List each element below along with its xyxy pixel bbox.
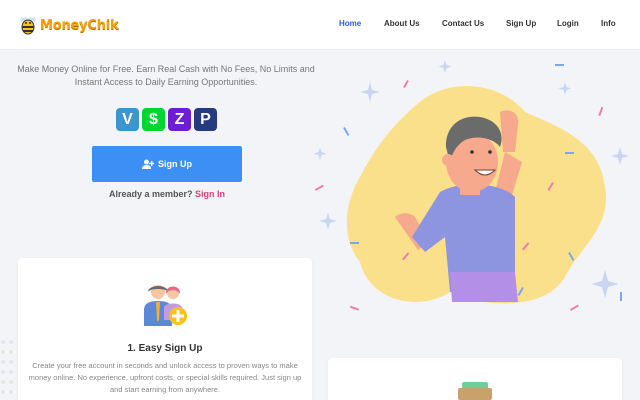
payment-methods: V $ Z P: [116, 108, 217, 131]
hero-tagline: Make Money Online for Free. Earn Real Ca…: [17, 64, 315, 87]
nav-contact-us[interactable]: Contact Us: [442, 19, 484, 28]
sparkle-icon: [558, 82, 572, 95]
member-text: Already a member?: [108, 189, 193, 199]
sparkle-icon: [313, 147, 327, 160]
nav-info[interactable]: Info: [601, 19, 616, 28]
nav-login[interactable]: Login: [557, 19, 579, 28]
confetti: [349, 305, 360, 311]
confetti: [350, 242, 359, 244]
member-prompt: Already a member? Sign In: [92, 189, 242, 199]
sparkle-icon: [438, 60, 452, 73]
signup-button-label: Sign Up: [158, 159, 192, 169]
nav-home[interactable]: Home: [339, 19, 361, 28]
money-icon: [458, 382, 492, 400]
hero-illustration: [313, 60, 629, 311]
brand-name: MoneyChik: [40, 17, 119, 33]
confetti: [620, 292, 622, 301]
paypal-icon: P: [194, 108, 217, 131]
confetti: [598, 106, 604, 117]
signin-link[interactable]: Sign In: [195, 189, 225, 199]
venmo-icon: V: [116, 108, 139, 131]
sparkle-icon: [611, 147, 629, 165]
add-user-icon: [142, 159, 154, 169]
nav-about-us[interactable]: About Us: [384, 19, 420, 28]
bee-mascot-icon: [20, 17, 36, 35]
confetti: [315, 184, 324, 191]
dot-pattern: [1, 340, 13, 394]
sparkle-icon: [360, 82, 380, 102]
confetti: [565, 152, 574, 154]
feature-title: 1. Easy Sign Up: [127, 343, 203, 354]
feature-description: Create your free account in seconds and …: [28, 361, 302, 394]
users-add-icon: [144, 285, 187, 326]
sparkle-icon: [319, 212, 337, 230]
confetti: [343, 127, 350, 136]
brand-logo[interactable]: MoneyChik: [18, 12, 119, 38]
confetti: [403, 80, 409, 88]
nav-sign-up[interactable]: Sign Up: [506, 19, 536, 28]
top-navbar: MoneyChik Home About Us Contact Us Sign …: [0, 0, 640, 50]
confetti: [570, 304, 579, 311]
zelle-icon: Z: [168, 108, 191, 131]
feature-card-second: [328, 358, 622, 400]
confetti: [555, 64, 564, 66]
feature-card-easy-signup: 1. Easy Sign Up Create your free account…: [18, 258, 312, 400]
sparkle-icon: [591, 270, 619, 298]
signup-button[interactable]: Sign Up: [92, 146, 242, 182]
cash-app-icon: $: [142, 108, 165, 131]
